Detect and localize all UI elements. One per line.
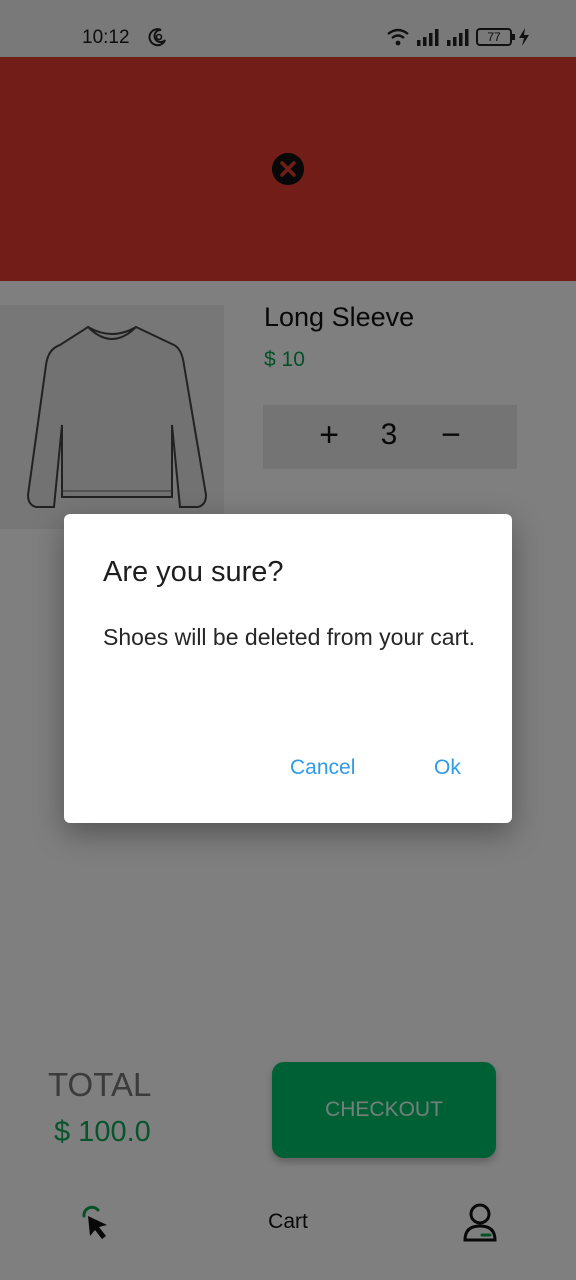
cancel-button[interactable]: Cancel — [290, 756, 355, 780]
confirm-delete-dialog: Are you sure? Shoes will be deleted from… — [64, 514, 512, 823]
dialog-title: Are you sure? — [103, 556, 284, 588]
dialog-message: Shoes will be deleted from your cart. — [103, 624, 476, 650]
ok-button[interactable]: Ok — [434, 756, 461, 780]
